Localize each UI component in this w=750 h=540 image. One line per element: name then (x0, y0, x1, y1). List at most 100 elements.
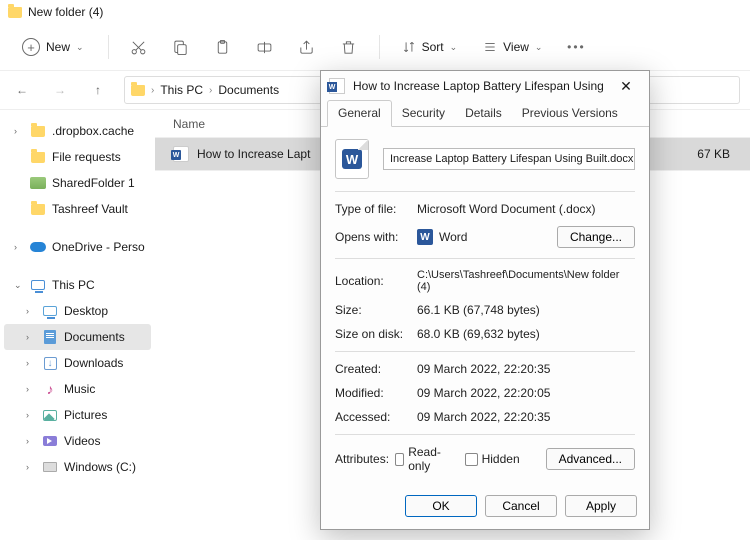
sidebar-item-downloads[interactable]: ›↓Downloads (4, 350, 151, 376)
cut-button[interactable] (123, 31, 155, 63)
tab-security[interactable]: Security (392, 101, 455, 126)
readonly-checkbox[interactable]: Read-only (395, 445, 445, 473)
back-button[interactable]: ← (10, 78, 34, 102)
sidebar-item-videos[interactable]: › Videos (4, 428, 151, 454)
sidebar-item-desktop[interactable]: › Desktop (4, 298, 151, 324)
folder-icon (31, 126, 45, 137)
new-button[interactable]: + New ⌄ (12, 34, 94, 60)
drive-icon (43, 462, 57, 472)
monitor-icon (31, 280, 45, 290)
chevron-right-icon: › (26, 306, 36, 316)
sidebar-item-pictures[interactable]: › Pictures (4, 402, 151, 428)
sidebar-item-vault[interactable]: Tashreef Vault (4, 196, 151, 222)
sidebar-item-dropbox-cache[interactable]: ›.dropbox.cache (4, 118, 151, 144)
sidebar-item-label: Desktop (64, 304, 108, 318)
value-created: 09 March 2022, 22:20:35 (417, 362, 635, 376)
sidebar-item-label: .dropbox.cache (52, 124, 134, 138)
window-titlebar: New folder (4) (0, 0, 750, 24)
tab-previous-versions[interactable]: Previous Versions (512, 101, 628, 126)
sidebar-item-label: Videos (64, 434, 100, 448)
change-button[interactable]: Change... (557, 226, 635, 248)
sidebar-item-music[interactable]: ›♪Music (4, 376, 151, 402)
chevron-down-icon: ⌄ (76, 42, 84, 53)
value-modified: 09 March 2022, 22:20:05 (417, 386, 635, 400)
word-icon: W (335, 139, 369, 179)
pictures-icon (43, 410, 57, 421)
hidden-label: Hidden (482, 452, 520, 466)
label-location: Location: (335, 274, 417, 288)
sidebar-item-file-requests[interactable]: File requests (4, 144, 151, 170)
separator (379, 35, 380, 59)
word-file-icon (173, 146, 189, 162)
chevron-right-icon: › (26, 462, 36, 472)
folder-icon (8, 7, 22, 18)
more-button[interactable]: ••• (560, 31, 592, 63)
hidden-checkbox[interactable]: Hidden (465, 452, 520, 466)
value-type: Microsoft Word Document (.docx) (417, 202, 635, 216)
paste-button[interactable] (207, 31, 239, 63)
rename-button[interactable] (249, 31, 281, 63)
checkbox-icon (395, 453, 404, 466)
breadcrumb-seg[interactable]: Documents (218, 83, 279, 97)
value-size: 66.1 KB (67,748 bytes) (417, 303, 635, 317)
tab-details[interactable]: Details (455, 101, 512, 126)
chevron-right-icon: › (26, 436, 36, 446)
value-accessed: 09 March 2022, 22:20:35 (417, 410, 635, 424)
share-button[interactable] (291, 31, 323, 63)
copy-button[interactable] (165, 31, 197, 63)
dialog-footer: OK Cancel Apply (321, 485, 649, 529)
delete-button[interactable] (333, 31, 365, 63)
view-button[interactable]: View ⌄ (475, 36, 550, 58)
documents-icon (44, 330, 56, 344)
sidebar-item-label: File requests (52, 150, 121, 164)
sidebar-item-label: Documents (64, 330, 125, 344)
sidebar-item-this-pc[interactable]: ⌄ This PC (4, 272, 151, 298)
up-button[interactable]: ↑ (86, 78, 110, 102)
word-app-icon: W (417, 229, 433, 245)
folder-icon (31, 152, 45, 163)
view-label: View (503, 40, 529, 54)
value-size-on-disk: 68.0 KB (69,632 bytes) (417, 327, 635, 341)
label-size-on-disk: Size on disk: (335, 327, 417, 341)
sidebar-item-shared-folder[interactable]: SharedFolder 1 (4, 170, 151, 196)
folder-icon (31, 204, 45, 215)
shared-folder-icon (30, 177, 46, 189)
music-icon: ♪ (42, 381, 58, 397)
readonly-label: Read-only (408, 445, 444, 473)
label-size: Size: (335, 303, 417, 317)
separator (108, 35, 109, 59)
sidebar-item-label: Music (64, 382, 95, 396)
sidebar-item-label: SharedFolder 1 (52, 176, 135, 190)
filename-input[interactable]: Increase Laptop Battery Lifespan Using B… (383, 148, 635, 170)
sort-button[interactable]: Sort ⌄ (394, 36, 466, 58)
chevron-right-icon: › (26, 410, 36, 420)
sidebar-item-label: This PC (52, 278, 95, 292)
checkbox-icon (465, 453, 478, 466)
dialog-title: How to Increase Laptop Battery Lifespan … (353, 79, 603, 93)
label-type: Type of file: (335, 202, 417, 216)
videos-icon (43, 436, 57, 446)
cloud-icon (30, 242, 46, 252)
label-attributes: Attributes: (335, 452, 395, 466)
forward-button[interactable]: → (48, 78, 72, 102)
folder-icon (131, 85, 145, 96)
chevron-down-icon: ⌄ (535, 42, 543, 53)
sidebar-item-label: Pictures (64, 408, 107, 422)
properties-dialog: How to Increase Laptop Battery Lifespan … (320, 70, 650, 530)
close-button[interactable]: ✕ (611, 74, 641, 98)
sidebar-item-documents[interactable]: ›Documents (4, 324, 151, 350)
advanced-button[interactable]: Advanced... (546, 448, 635, 470)
sidebar-item-onedrive[interactable]: ›OneDrive - Perso (4, 234, 151, 260)
downloads-icon: ↓ (44, 357, 57, 370)
toolbar: + New ⌄ Sort ⌄ View ⌄ ••• (0, 24, 750, 70)
chevron-down-icon: ⌄ (14, 280, 24, 291)
value-location: C:\Users\Tashreef\Documents\New folder (… (417, 269, 635, 293)
file-size: 67 KB (670, 147, 750, 161)
label-created: Created: (335, 362, 417, 376)
tab-general[interactable]: General (327, 100, 392, 127)
breadcrumb-seg[interactable]: This PC (160, 83, 203, 97)
apply-button[interactable]: Apply (565, 495, 637, 517)
ok-button[interactable]: OK (405, 495, 477, 517)
sidebar-item-windows-c[interactable]: ›Windows (C:) (4, 454, 151, 480)
cancel-button[interactable]: Cancel (485, 495, 557, 517)
